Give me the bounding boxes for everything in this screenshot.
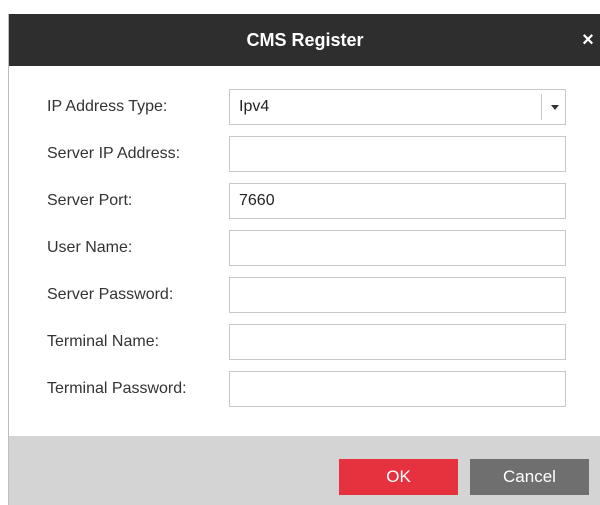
dialog-title: CMS Register: [246, 30, 364, 50]
cancel-button[interactable]: Cancel: [470, 459, 589, 495]
terminal-password-row: Terminal Password:: [9, 371, 600, 407]
ip-address-type-value: Ipv4: [239, 98, 270, 115]
ip-address-type-row: IP Address Type: Ipv4: [9, 89, 600, 125]
cms-register-dialog: CMS Register × IP Address Type: Ipv4 Ser…: [8, 14, 600, 505]
terminal-password-input[interactable]: [229, 371, 566, 407]
close-icon[interactable]: ×: [577, 14, 599, 66]
chevron-down-icon[interactable]: [551, 105, 559, 110]
dialog-footer: OK Cancel: [9, 436, 600, 505]
server-password-row: Server Password:: [9, 277, 600, 313]
server-password-label: Server Password:: [47, 286, 174, 303]
ok-button[interactable]: OK: [339, 459, 458, 495]
server-ip-address-input[interactable]: [229, 136, 566, 172]
terminal-password-label: Terminal Password:: [47, 380, 187, 397]
server-password-input[interactable]: [229, 277, 566, 313]
ip-address-type-label: IP Address Type:: [47, 98, 168, 115]
server-port-row: Server Port:: [9, 183, 600, 219]
user-name-label: User Name:: [47, 239, 133, 256]
user-name-row: User Name:: [9, 230, 600, 266]
dialog-titlebar: CMS Register ×: [9, 14, 600, 66]
terminal-name-row: Terminal Name:: [9, 324, 600, 360]
server-port-input[interactable]: [229, 183, 566, 219]
user-name-input[interactable]: [229, 230, 566, 266]
server-ip-address-row: Server IP Address:: [9, 136, 600, 172]
server-ip-address-label: Server IP Address:: [47, 145, 181, 162]
ip-address-type-select[interactable]: Ipv4: [229, 89, 566, 125]
terminal-name-label: Terminal Name:: [47, 333, 160, 350]
terminal-name-input[interactable]: [229, 324, 566, 360]
server-port-label: Server Port:: [47, 192, 133, 209]
select-divider: [541, 94, 542, 120]
